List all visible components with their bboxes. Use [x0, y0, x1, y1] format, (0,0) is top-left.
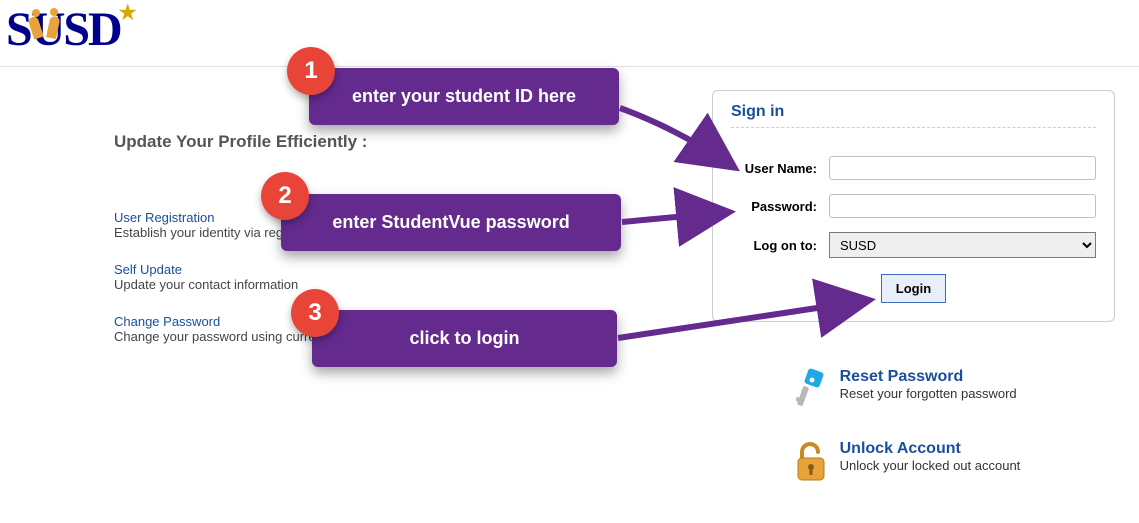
annotation-arrows — [0, 0, 1139, 523]
